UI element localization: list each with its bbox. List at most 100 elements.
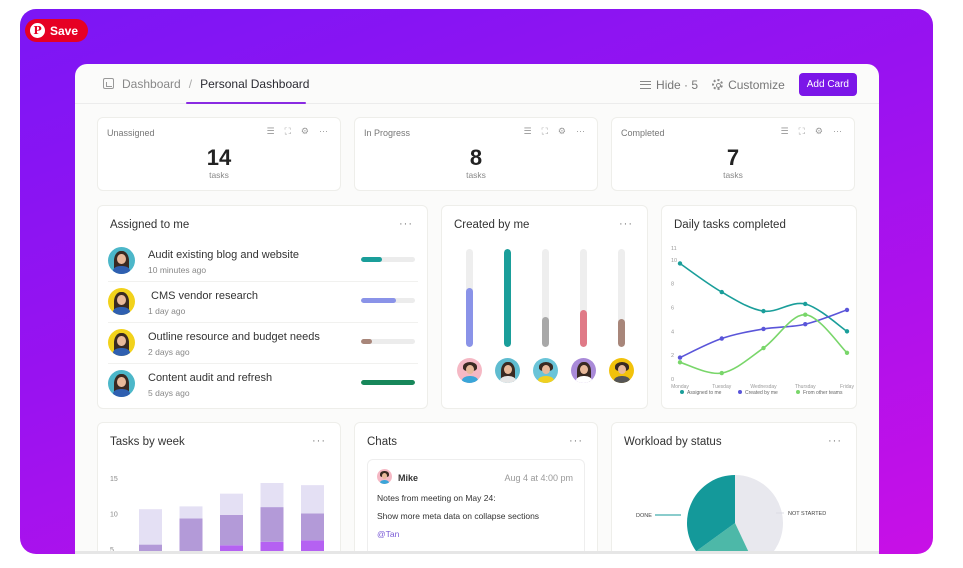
data-point[interactable] bbox=[677, 355, 683, 360]
gear-icon[interactable]: ⚙ bbox=[815, 126, 823, 137]
more-icon[interactable]: ··· bbox=[576, 126, 585, 137]
stat-label: Completed bbox=[621, 128, 665, 138]
task-list-item[interactable]: Audit existing blog and website 10 minute… bbox=[108, 242, 418, 282]
bar-segment[interactable] bbox=[220, 493, 243, 515]
daily-tasks-card: Daily tasks completed 0 2 4 6 8 10 11 Monday Tue… bbox=[661, 205, 857, 409]
daily-tasks-line-chart: 024681011Monday Tuesday Wednesday Thursday F… bbox=[671, 246, 854, 396]
bar-segment[interactable] bbox=[220, 514, 243, 546]
data-point[interactable] bbox=[719, 289, 724, 295]
bar-segment[interactable] bbox=[301, 513, 324, 541]
line-series-1 bbox=[679, 309, 848, 359]
created-bar-fill bbox=[580, 309, 587, 347]
more-icon[interactable]: ··· bbox=[833, 126, 842, 137]
customize-button[interactable]: Customize bbox=[712, 78, 785, 92]
filter-icon[interactable]: ☰ bbox=[524, 126, 532, 137]
expand-icon[interactable]: ⛶ bbox=[799, 126, 805, 137]
stat-label: In Progress bbox=[364, 128, 411, 138]
filter-icon[interactable]: ☰ bbox=[781, 126, 789, 137]
created-bar[interactable] bbox=[618, 249, 625, 347]
line-series-0 bbox=[679, 262, 848, 333]
filter-icon[interactable]: ☰ bbox=[267, 126, 275, 137]
bar-segment[interactable] bbox=[139, 509, 162, 545]
task-list-item[interactable]: CMS vendor research 1 day ago bbox=[108, 283, 418, 323]
bottom-edge bbox=[75, 551, 879, 554]
breadcrumb-root[interactable]: Dashboard bbox=[122, 77, 181, 91]
chats-card: Chats ··· Mike Aug 4 at 4:00 pm Notes fr… bbox=[354, 422, 598, 554]
active-tab-indicator bbox=[186, 102, 306, 104]
task-progress-bar[interactable] bbox=[361, 380, 415, 385]
task-list-item[interactable]: Content audit and refresh 5 days ago bbox=[108, 365, 418, 405]
task-progress-bar[interactable] bbox=[361, 298, 415, 303]
more-icon[interactable]: ··· bbox=[569, 435, 583, 447]
task-list-item[interactable]: Outline resource and budget needs 2 days … bbox=[108, 324, 418, 364]
created-bar[interactable] bbox=[580, 249, 587, 347]
task-time: 10 minutes ago bbox=[148, 265, 207, 275]
bar-segment[interactable] bbox=[179, 518, 203, 554]
data-point[interactable] bbox=[761, 345, 766, 351]
bar-segment[interactable] bbox=[260, 483, 284, 508]
expand-icon[interactable]: ⛶ bbox=[285, 126, 291, 137]
chat-text-line: Notes from meeting on May 24: bbox=[377, 493, 496, 503]
avatar[interactable] bbox=[495, 358, 520, 383]
more-icon[interactable]: ··· bbox=[319, 126, 328, 137]
save-label: Save bbox=[50, 23, 79, 38]
data-point[interactable] bbox=[803, 301, 808, 307]
workload-by-status-card: Workload by status ··· DONE NOT STARTED bbox=[611, 422, 857, 554]
bar-segment[interactable] bbox=[260, 507, 284, 542]
data-point[interactable] bbox=[761, 308, 766, 314]
tasks-by-week-bar-chart: 51015 bbox=[110, 476, 324, 554]
chat-message[interactable]: Mike Aug 4 at 4:00 pm Notes from meeting… bbox=[367, 459, 585, 554]
task-progress-bar[interactable] bbox=[361, 339, 415, 344]
avatar[interactable] bbox=[457, 358, 482, 383]
stat-card-unassigned: Unassigned ☰ ⛶ ⚙ ··· 14 tasks bbox=[97, 117, 341, 191]
y-tick-label: 10 bbox=[110, 511, 118, 518]
bar-segment[interactable] bbox=[179, 506, 203, 519]
bar-segment[interactable] bbox=[301, 485, 324, 514]
data-point[interactable] bbox=[803, 312, 808, 317]
data-point[interactable] bbox=[844, 350, 850, 355]
pie-label: DONE bbox=[636, 513, 652, 519]
y-tick-label: 15 bbox=[110, 476, 118, 483]
task-progress-bar[interactable] bbox=[361, 257, 415, 262]
gear-icon[interactable]: ⚙ bbox=[301, 126, 309, 137]
avatar[interactable] bbox=[609, 358, 634, 383]
data-point[interactable] bbox=[803, 322, 808, 327]
chat-mention-link[interactable]: @Tan bbox=[377, 529, 399, 539]
expand-icon[interactable]: ⛶ bbox=[542, 126, 548, 137]
data-point[interactable] bbox=[677, 360, 683, 365]
legend-marker bbox=[680, 390, 684, 394]
created-bar[interactable] bbox=[542, 249, 549, 347]
data-point[interactable] bbox=[844, 307, 850, 313]
task-time: 2 days ago bbox=[148, 347, 190, 357]
gear-icon bbox=[712, 79, 724, 90]
line-series-2 bbox=[679, 313, 848, 375]
created-bar[interactable] bbox=[466, 249, 473, 347]
stat-value: 14 bbox=[206, 145, 232, 170]
hide-button[interactable]: Hide · 5 bbox=[640, 78, 698, 92]
toolbar: Hide · 5 Customize Add Card bbox=[640, 73, 857, 96]
breadcrumb-separator: / bbox=[188, 76, 193, 91]
add-card-button[interactable]: Add Card bbox=[798, 73, 857, 96]
more-icon[interactable]: ··· bbox=[399, 218, 413, 230]
avatar[interactable] bbox=[571, 358, 596, 383]
data-point[interactable] bbox=[761, 326, 766, 332]
y-tick-label: 8 bbox=[671, 282, 674, 288]
customize-label: Customize bbox=[728, 77, 785, 92]
data-point[interactable] bbox=[719, 336, 724, 341]
created-bar-fill bbox=[504, 249, 511, 347]
breadcrumb-current[interactable]: Personal Dashboard bbox=[200, 77, 309, 91]
pinterest-save-button[interactable]: P Save bbox=[25, 19, 89, 42]
data-point[interactable] bbox=[677, 261, 683, 266]
created-bar[interactable] bbox=[504, 249, 511, 347]
stat-label: Unassigned bbox=[107, 128, 155, 138]
legend-label: Assigned to me bbox=[687, 390, 722, 396]
gear-icon[interactable]: ⚙ bbox=[558, 126, 566, 137]
data-point[interactable] bbox=[844, 329, 850, 334]
breadcrumb: Dashboard / Personal Dashboard bbox=[103, 77, 309, 91]
data-point[interactable] bbox=[719, 370, 724, 376]
chat-timestamp: Aug 4 at 4:00 pm bbox=[504, 473, 573, 483]
more-icon[interactable]: ··· bbox=[619, 218, 633, 230]
chat-text-line: Show more meta data on collapse sections bbox=[377, 511, 540, 521]
avatar[interactable] bbox=[533, 358, 558, 383]
legend-marker bbox=[796, 390, 800, 394]
